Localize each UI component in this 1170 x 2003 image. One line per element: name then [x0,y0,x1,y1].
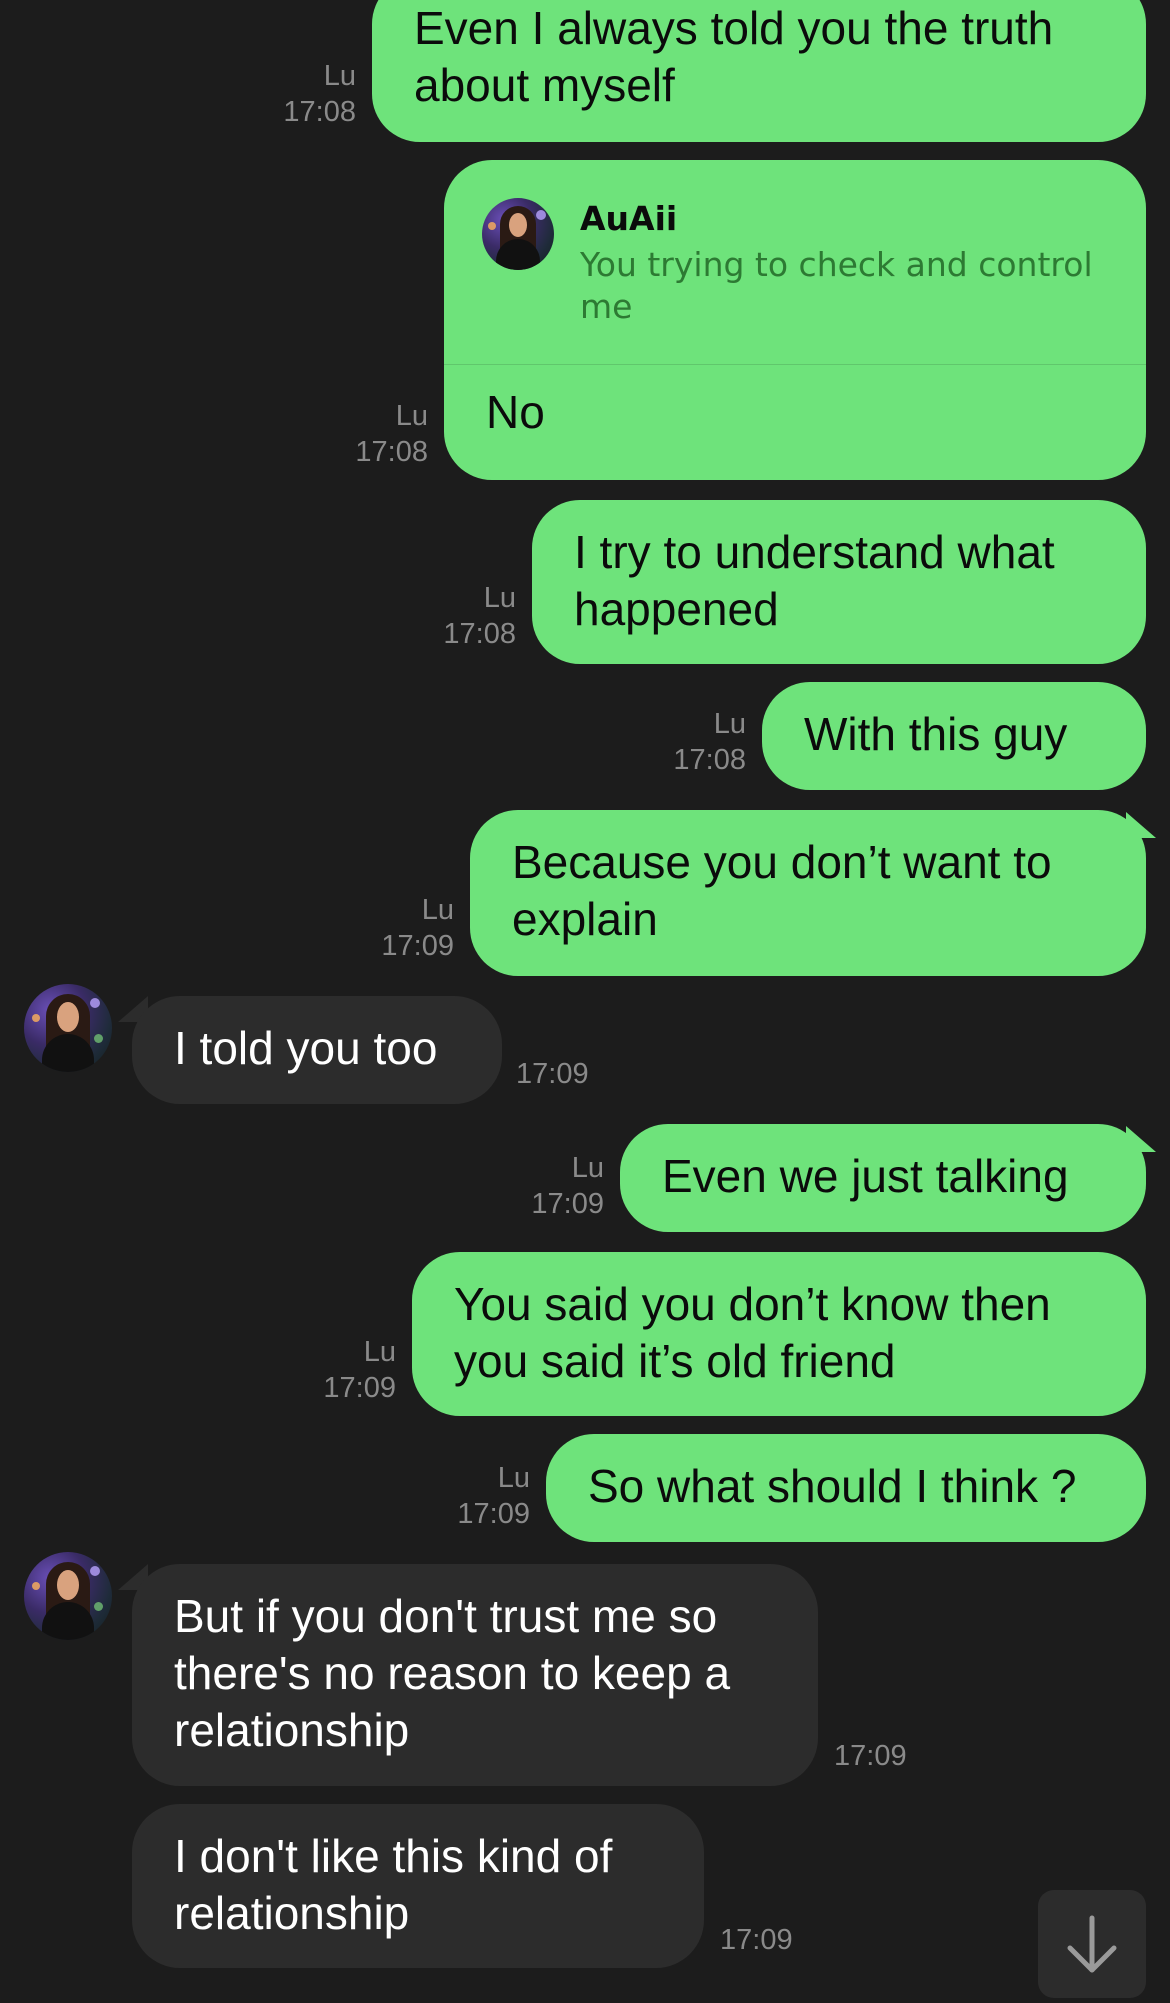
quoted-sender-name: AuAii [580,199,678,238]
message-time: 17:08 [355,436,428,468]
message-text: Because you don’t want to explain [512,836,1052,945]
outgoing-message[interactable]: Even I always told you the truth about m… [372,0,1146,142]
message-text: Even I always told you the truth about m… [414,2,1054,111]
message-meta: Lu 17:09 [414,1460,530,1532]
message-time: 17:09 [834,1740,907,1772]
incoming-message[interactable]: But if you don't trust me so there's no … [132,1564,818,1786]
message-text: So what should I think ? [588,1460,1077,1512]
message-text: I try to understand what happened [574,526,1055,635]
outgoing-message[interactable]: With this guy [762,682,1146,790]
message-text: With this guy [804,708,1068,760]
quoted-message-text: You trying to check and control me [580,245,1093,326]
message-meta: Lu 17:08 [240,58,356,130]
message-text: No [486,386,545,438]
incoming-message[interactable]: I don't like this kind of relationship [132,1804,704,1968]
message-meta: Lu 17:09 [488,1150,604,1222]
bubble-tail [1126,812,1156,838]
sender-label: Lu [323,60,356,92]
message-meta: Lu 17:08 [630,706,746,778]
message-meta: Lu 17:08 [400,580,516,652]
message-meta: Lu 17:09 [280,1334,396,1406]
outgoing-message[interactable]: I try to understand what happened [532,500,1146,664]
message-time: 17:08 [283,96,356,128]
sender-label: Lu [421,894,454,926]
sender-label: Lu [497,1462,530,1494]
bubble-tail [1126,1126,1156,1152]
outgoing-message[interactable]: So what should I think ? [546,1434,1146,1542]
incoming-message[interactable]: I told you too [132,996,502,1104]
message-meta: Lu 17:09 [338,892,454,964]
message-time: 17:08 [673,744,746,776]
quoted-reply[interactable]: AuAii You trying to check and control me [444,160,1146,365]
message-text: I told you too [174,1022,438,1074]
scroll-to-bottom-button[interactable] [1038,1890,1146,1998]
outgoing-message[interactable]: Even we just talking [620,1124,1146,1232]
outgoing-message[interactable]: Because you don’t want to explain [470,810,1146,976]
arrow-down-icon [1067,1915,1117,1973]
contact-avatar[interactable] [24,984,112,1072]
message-time: 17:09 [531,1188,604,1220]
message-text: You said you don’t know then you said it… [454,1278,1051,1387]
message-time: 17:09 [457,1498,530,1530]
outgoing-message[interactable]: You said you don’t know then you said it… [412,1252,1146,1416]
sender-label: Lu [713,708,746,740]
message-time: 17:08 [443,618,516,650]
message-time: 17:09 [323,1372,396,1404]
message-meta: Lu 17:08 [312,398,428,470]
sender-label: Lu [395,400,428,432]
message-time: 17:09 [516,1058,589,1090]
contact-avatar[interactable] [24,1552,112,1640]
message-text: But if you don't trust me so there's no … [174,1590,731,1756]
outgoing-reply-message[interactable]: AuAii You trying to check and control me… [444,160,1146,480]
quoted-avatar [482,198,554,270]
message-text: Even we just talking [662,1150,1069,1202]
sender-label: Lu [363,1336,396,1368]
message-time: 17:09 [381,930,454,962]
sender-label: Lu [571,1152,604,1184]
message-time: 17:09 [720,1924,793,1956]
message-text: I don't like this kind of relationship [174,1830,613,1939]
sender-label: Lu [483,582,516,614]
